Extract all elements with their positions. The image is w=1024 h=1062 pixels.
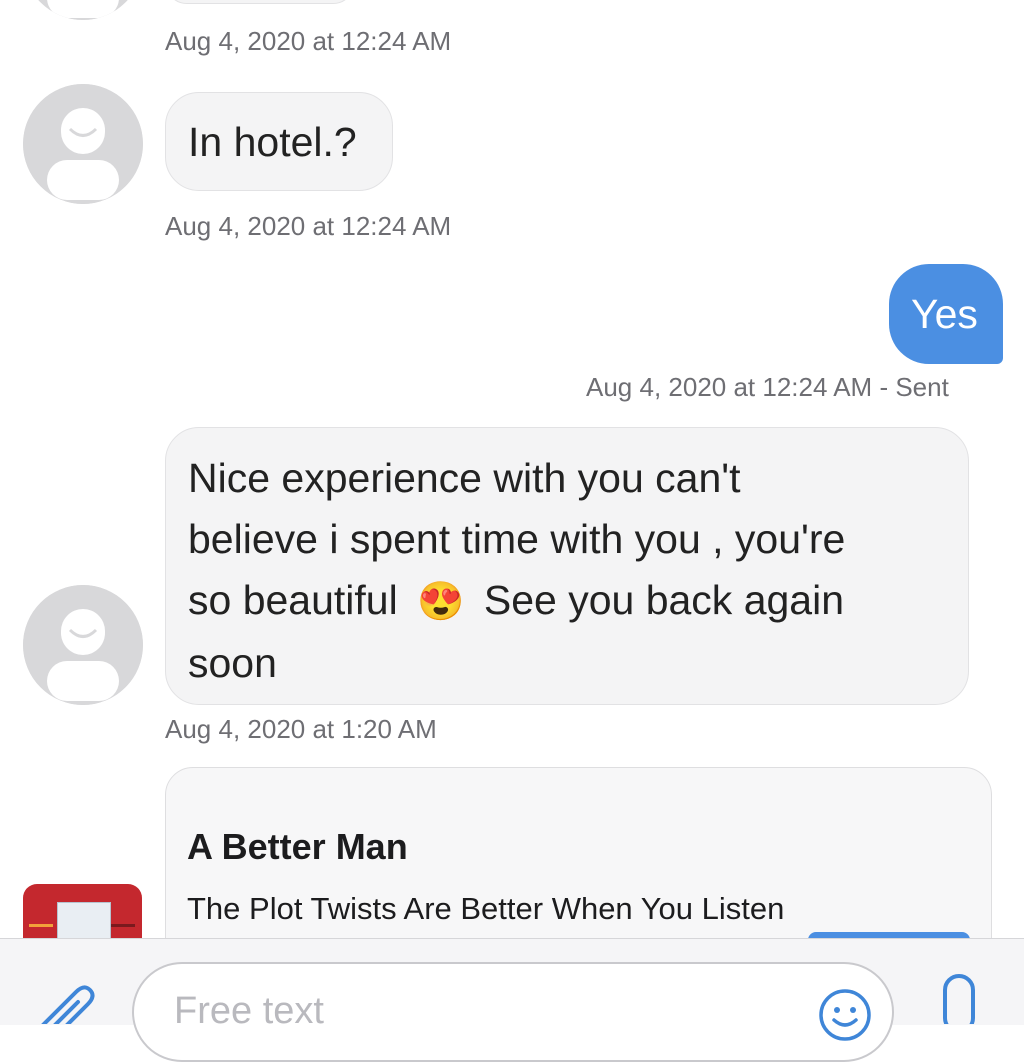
message-bubble	[165, 0, 355, 4]
message-segment: See you back again	[483, 577, 845, 623]
avatar	[23, 585, 143, 705]
message-line: believe i spent time with you , you're	[188, 516, 846, 562]
message-timestamp: Aug 4, 2020 at 12:24 AM	[165, 211, 452, 241]
message-input[interactable]: Free text	[132, 962, 894, 1062]
link-subtitle: The Plot Twists Are Better When You List…	[187, 891, 785, 926]
message-line: Nice experience with you can't	[188, 455, 741, 501]
message-line: soon	[188, 640, 277, 686]
message-segment: so beautiful	[188, 577, 398, 623]
avatar	[23, 0, 143, 20]
smiley-icon[interactable]	[818, 988, 872, 1042]
thumbnail-stripe	[111, 924, 135, 927]
message-input-placeholder: Free text	[174, 990, 324, 1032]
message-timestamp: Aug 4, 2020 at 1:20 AM	[165, 714, 437, 744]
paperclip-icon[interactable]	[32, 984, 102, 1024]
message-line: so beautiful 😍 See you back again	[188, 570, 845, 633]
avatar	[23, 84, 143, 204]
message-timestamp: Aug 4, 2020 at 12:24 AM - Sent	[586, 372, 949, 402]
message-timestamp: Aug 4, 2020 at 12:24 AM	[165, 26, 452, 56]
message-bubble[interactable]: In hotel.?	[165, 92, 393, 191]
link-title: A Better Man	[187, 826, 408, 867]
message-text: Nice experience with you can't believe i…	[188, 448, 845, 694]
microphone-icon[interactable]	[936, 972, 982, 1024]
heart-eyes-emoji: 😍	[417, 581, 465, 623]
message-bubble[interactable]: Nice experience with you can't believe i…	[165, 427, 969, 705]
default-avatar-icon	[23, 585, 143, 705]
default-avatar-icon	[23, 84, 143, 204]
sent-message-bubble[interactable]: Yes	[889, 264, 1003, 364]
message-text: In hotel.?	[188, 119, 357, 165]
message-text: Yes	[911, 291, 978, 337]
default-avatar-icon	[38, 0, 128, 20]
thumbnail-stripe	[29, 924, 53, 927]
